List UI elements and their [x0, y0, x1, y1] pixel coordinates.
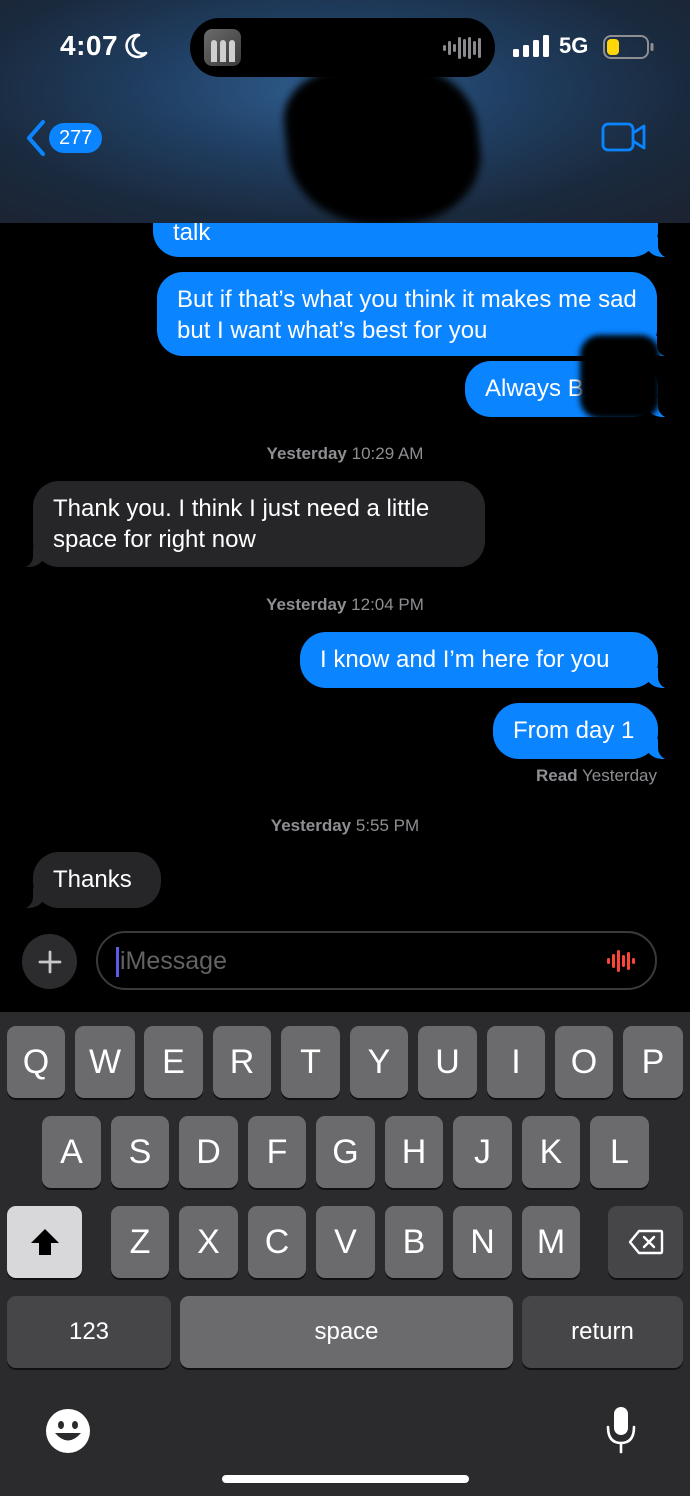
text-cursor — [116, 947, 119, 977]
redaction-mark — [580, 335, 660, 419]
key-e[interactable]: E — [144, 1026, 203, 1098]
shift-icon — [30, 1229, 59, 1255]
key-r[interactable]: R — [213, 1026, 271, 1098]
key-m[interactable]: M — [522, 1206, 580, 1278]
message-thread[interactable]: talk But if that’s what you think it mak… — [0, 223, 690, 923]
microphone-icon[interactable] — [604, 1405, 638, 1455]
message-input-placeholder: iMessage — [120, 947, 227, 975]
dictation-icon[interactable] — [607, 948, 637, 974]
read-receipt: Read Yesterday — [536, 766, 657, 785]
signal-icon — [513, 35, 549, 57]
return-key[interactable]: return — [522, 1296, 683, 1368]
status-time: 4:07 — [60, 30, 119, 61]
key-x[interactable]: X — [179, 1206, 238, 1278]
key-s[interactable]: S — [111, 1116, 169, 1188]
emoji-icon[interactable] — [45, 1408, 91, 1454]
moon-icon — [125, 33, 148, 59]
timestamp: Yesterday 12:04 PM — [266, 595, 424, 614]
battery-icon — [603, 35, 654, 59]
apps-button[interactable] — [22, 934, 77, 989]
key-z[interactable]: Z — [111, 1206, 169, 1278]
key-y[interactable]: Y — [350, 1026, 408, 1098]
key-k[interactable]: K — [522, 1116, 580, 1188]
delete-icon — [628, 1229, 663, 1255]
key-b[interactable]: B — [385, 1206, 443, 1278]
keyboard: Q W E R T Y U I O P A S D F G H J K L Z … — [0, 1012, 690, 1496]
message-text: talk — [173, 223, 211, 246]
message-text: Thank you. I think I just need a little … — [53, 495, 430, 553]
waveform-icon — [443, 37, 481, 59]
delete-key[interactable] — [608, 1206, 683, 1278]
key-u[interactable]: U — [418, 1026, 477, 1098]
key-p[interactable]: P — [623, 1026, 683, 1098]
key-l[interactable]: L — [590, 1116, 649, 1188]
key-h[interactable]: H — [385, 1116, 443, 1188]
unread-count-badge: 277 — [49, 123, 103, 153]
key-d[interactable]: D — [179, 1116, 238, 1188]
key-f[interactable]: F — [248, 1116, 306, 1188]
timestamp: Yesterday 10:29 AM — [266, 444, 424, 463]
key-a[interactable]: A — [42, 1116, 101, 1188]
message-input[interactable]: iMessage — [96, 931, 657, 990]
message-text: I know and I’m here for you — [320, 646, 610, 673]
key-j[interactable]: J — [453, 1116, 512, 1188]
back-chevron-icon — [27, 120, 45, 156]
key-v[interactable]: V — [316, 1206, 375, 1278]
message-bubble-outgoing[interactable]: From day 1 — [493, 703, 672, 760]
key-c[interactable]: C — [248, 1206, 306, 1278]
home-indicator[interactable] — [222, 1475, 469, 1483]
key-o[interactable]: O — [555, 1026, 613, 1098]
key-w[interactable]: W — [75, 1026, 135, 1098]
message-text: Thanks — [53, 866, 132, 893]
album-art-thumbnail — [204, 29, 241, 66]
key-q[interactable]: Q — [7, 1026, 65, 1098]
space-key[interactable]: space — [180, 1296, 513, 1368]
conversation-header: 4:07 5G 277 — [0, 0, 690, 235]
network-type-label: 5G — [559, 33, 589, 58]
message-bubble-outgoing[interactable]: talk — [153, 223, 672, 258]
key-i[interactable]: I — [487, 1026, 545, 1098]
video-camera-icon[interactable] — [601, 120, 647, 154]
key-t[interactable]: T — [281, 1026, 340, 1098]
message-text: But if that’s what you think it makes me… — [177, 286, 637, 344]
message-bubble-outgoing[interactable]: But if that’s what you think it makes me… — [157, 272, 671, 357]
key-n[interactable]: N — [453, 1206, 512, 1278]
numbers-key[interactable]: 123 — [7, 1296, 171, 1368]
message-bubble-incoming[interactable]: Thank you. I think I just need a little … — [19, 481, 485, 568]
shift-key[interactable] — [7, 1206, 82, 1278]
message-bubble-incoming[interactable]: Thanks — [19, 852, 161, 909]
message-text: Always B — [485, 375, 584, 402]
key-g[interactable]: G — [316, 1116, 375, 1188]
redaction-mark — [279, 55, 487, 235]
timestamp: Yesterday 5:55 PM — [270, 816, 420, 835]
message-text: From day 1 — [513, 717, 635, 744]
message-bubble-outgoing[interactable]: I know and I’m here for you — [300, 632, 672, 689]
back-button[interactable]: 277 — [25, 118, 103, 158]
plus-icon — [38, 950, 61, 973]
